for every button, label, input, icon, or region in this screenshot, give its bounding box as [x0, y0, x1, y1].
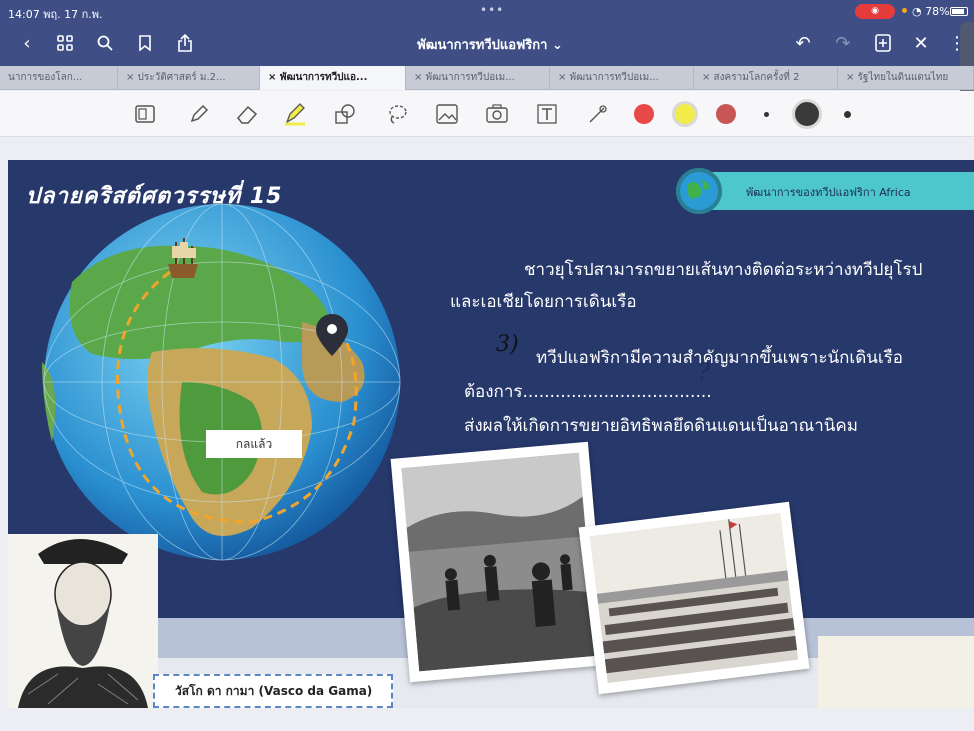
eraser-icon[interactable] — [234, 101, 260, 127]
document-title[interactable]: พัฒนาการทวีปแอฟริกา ⌄ — [380, 34, 600, 55]
close-icon[interactable]: ✕ — [908, 30, 934, 56]
pen-icon[interactable] — [186, 101, 212, 127]
laser-pointer-icon[interactable] — [584, 101, 610, 127]
text-line-4: ต้องการ.................................… — [464, 382, 712, 402]
add-page-icon[interactable] — [870, 30, 896, 56]
status-bar: 14:07 พฤ. 17 ก.พ. ••• ◉ ◔ 78% — [0, 0, 974, 22]
tab-2[interactable]: × ประวัติศาสตร์ ม.2... — [118, 66, 260, 90]
share-icon[interactable] — [172, 30, 198, 56]
text-line-1: ชาวยุโรปสามารถขยายเส้นทางติดต่อระหว่างทว… — [524, 260, 923, 280]
topic-tag: พัฒนาการของทวีปแอฟริกา Africa — [676, 168, 974, 214]
historical-photo-1[interactable] — [390, 441, 608, 683]
size-large-dot[interactable] — [792, 99, 822, 129]
color-darkred-swatch[interactable] — [716, 104, 736, 124]
size-medium-dot[interactable] — [844, 111, 851, 118]
battery-text: ◔ 78% — [912, 5, 950, 18]
multitask-dots[interactable]: ••• — [480, 3, 504, 17]
cream-block — [818, 636, 974, 708]
color-yellow-swatch[interactable] — [672, 101, 698, 127]
reader-icon[interactable] — [132, 101, 158, 127]
canvas-margin — [0, 138, 974, 158]
globe-label: กลแล้ว — [206, 430, 302, 458]
tab-6[interactable]: × สงครามโลกครั้งที่ 2 — [694, 66, 838, 90]
nav-bar: ‹ พัฒนาการทวีปแอฟริกา ⌄ ↶ ↷ ✕ ⋮ — [0, 22, 974, 66]
tab-1[interactable]: นาการของโลก... — [0, 66, 118, 90]
tab-3-label: × พัฒนาการทวีปแอ... — [268, 72, 368, 83]
back-icon[interactable]: ‹ — [14, 30, 40, 56]
color-red-swatch[interactable] — [634, 104, 654, 124]
topic-globe-icon — [676, 168, 722, 214]
text-box-icon[interactable] — [534, 101, 560, 127]
camera-icon[interactable] — [484, 101, 510, 127]
tab-4[interactable]: × พัฒนาการทวีปอเม... — [406, 66, 550, 90]
photo-2-image — [589, 512, 799, 684]
historical-photo-2[interactable] — [578, 501, 810, 695]
lasso-icon[interactable] — [384, 101, 410, 127]
size-small-dot[interactable] — [764, 112, 769, 117]
drawing-toolbar — [0, 91, 974, 137]
portrait-caption: วัสโก ดา กามา (Vasco da Gama) — [153, 674, 393, 708]
highlighter-icon[interactable] — [282, 101, 308, 127]
text-line-3: ทวีปแอฟริกามีความสำคัญมากขึ้นเพราะนักเดิ… — [536, 348, 904, 368]
mic-indicator — [902, 8, 907, 13]
app: 14:07 พฤ. 17 ก.พ. ••• ◉ ◔ 78% ‹ พัฒนาการ… — [0, 0, 974, 731]
handwritten-mark: ? — [698, 360, 710, 385]
tab-bar: นาการของโลก... × ประวัติศาสตร์ ม.2... × … — [0, 66, 974, 90]
redo-icon[interactable]: ↷ — [830, 30, 856, 56]
search-icon[interactable] — [92, 30, 118, 56]
handwritten-number: 3) — [496, 332, 519, 357]
undo-icon[interactable]: ↶ — [790, 30, 816, 56]
tab-5[interactable]: × พัฒนาการทวีปอเม... — [550, 66, 694, 90]
battery-icon — [950, 7, 968, 16]
top-bar: 14:07 พฤ. 17 ก.พ. ••• ◉ ◔ 78% ‹ พัฒนาการ… — [0, 0, 974, 66]
bookmark-icon[interactable] — [132, 30, 158, 56]
photo-1-image — [401, 452, 597, 672]
text-line-2: และเอเชียโดยการเดินเรือ — [450, 292, 637, 312]
grid-icon[interactable] — [52, 30, 78, 56]
image-icon[interactable] — [434, 101, 460, 127]
topic-text: พัฒนาการของทวีปแอฟริกา Africa — [746, 186, 911, 199]
status-time: 14:07 พฤ. 17 ก.พ. — [8, 8, 103, 21]
vasco-da-gama-portrait — [8, 534, 158, 708]
tab-7[interactable]: × รัฐไทยในดินแดนไทย — [838, 66, 974, 90]
globe-illustration — [42, 203, 401, 561]
shapes-icon[interactable] — [332, 101, 358, 127]
text-line-5: ส่งผลให้เกิดการขยายอิทธิพลยึดดินแดนเป็นอ… — [464, 416, 858, 436]
slide-page[interactable]: ปลายคริสต์ศตวรรษที่ 15 พัฒนาการของทวีปแอ… — [8, 160, 974, 708]
record-indicator: ◉ — [855, 4, 895, 19]
tab-3-active[interactable]: × พัฒนาการทวีปแอ... — [260, 66, 406, 90]
